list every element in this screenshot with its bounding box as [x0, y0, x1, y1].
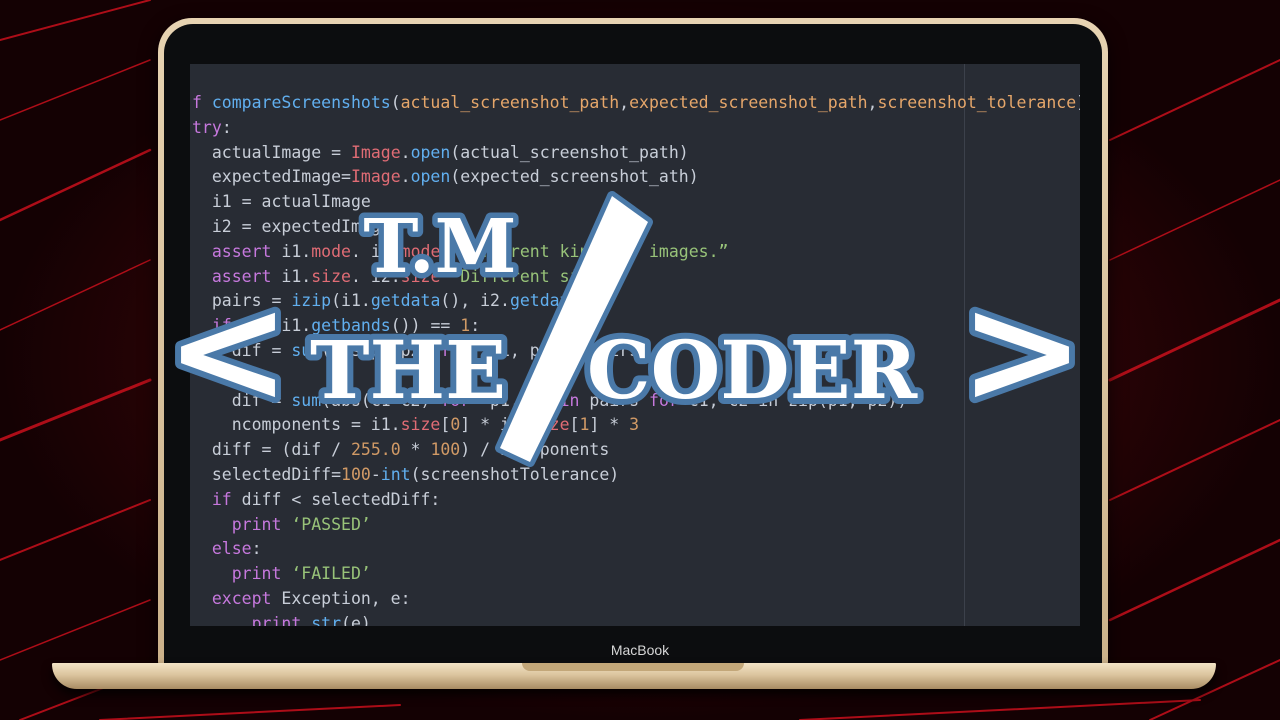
logo-word-coder: CODER	[587, 323, 918, 417]
brand-logo: < T.M THE CODER >	[159, 191, 1091, 467]
logo-initials: T.M	[363, 204, 516, 290]
logo-word-the: THE	[310, 323, 506, 417]
logo-tag-right: >	[959, 262, 1085, 438]
logo-tag-left: <	[165, 262, 291, 438]
